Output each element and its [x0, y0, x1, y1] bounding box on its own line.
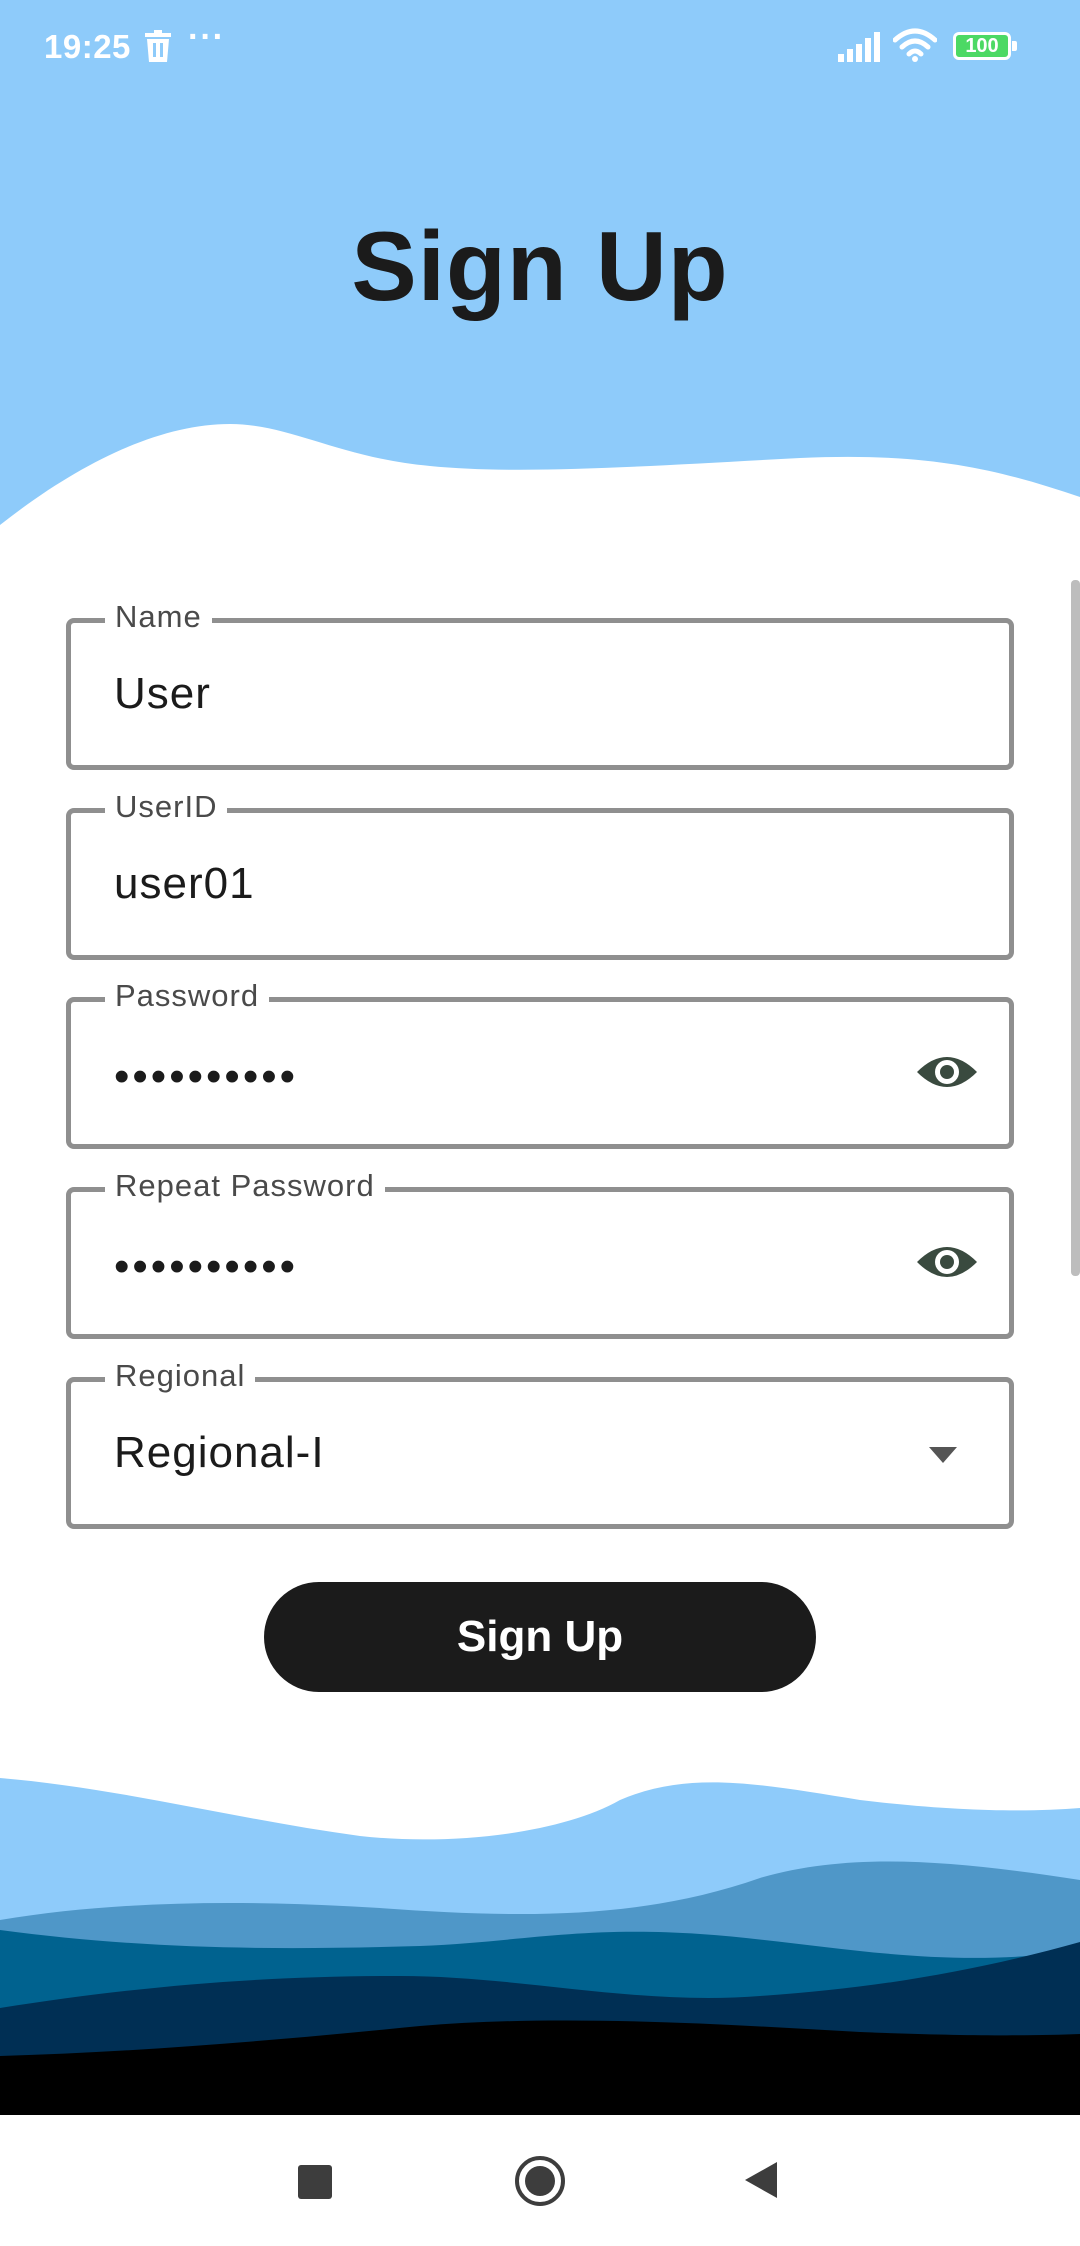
navigation-bar	[0, 2115, 1080, 2246]
battery-cap	[1012, 41, 1017, 51]
userid-value: user01	[114, 859, 255, 908]
eye-icon[interactable]	[915, 1050, 979, 1099]
regional-label: Regional	[105, 1354, 256, 1398]
repeat-password-value: ••••••••••	[114, 1242, 299, 1291]
dropdown-arrow-icon[interactable]	[929, 1447, 957, 1463]
password-value: ••••••••••	[114, 1052, 299, 1101]
userid-label: UserID	[105, 785, 228, 829]
repeat-password-label: Repeat Password	[105, 1164, 385, 1208]
repeat-password-field[interactable]: Repeat Password ••••••••••	[66, 1164, 1014, 1339]
password-field[interactable]: Password ••••••••••	[66, 974, 1014, 1149]
status-bar: 19:25 ··· 100	[0, 0, 1080, 96]
status-more-dots: ···	[188, 18, 225, 56]
regional-dropdown[interactable]: Regional Regional-I	[66, 1354, 1014, 1529]
bottom-waves-decoration	[0, 1778, 1080, 2120]
eye-icon[interactable]	[915, 1240, 979, 1289]
password-label: Password	[105, 974, 270, 1018]
name-field[interactable]: Name User	[66, 595, 1014, 770]
name-value: User	[114, 669, 211, 718]
sign-up-screen: 19:25 ··· 100 Sign Up Name User UserID u…	[0, 0, 1080, 2246]
wifi-icon	[892, 28, 938, 67]
status-time: 19:25	[44, 28, 131, 65]
trash-icon	[145, 30, 171, 67]
battery-icon: 100	[953, 32, 1017, 60]
sign-up-button[interactable]: Sign Up	[264, 1582, 816, 1692]
home-circle-icon[interactable]	[514, 2155, 566, 2212]
regional-value: Regional-I	[114, 1428, 325, 1477]
userid-field[interactable]: UserID user01	[66, 785, 1014, 960]
signal-icon	[838, 32, 880, 67]
battery-level: 100	[965, 35, 999, 57]
page-title: Sign Up	[351, 211, 729, 321]
back-triangle-icon[interactable]	[743, 2160, 779, 2205]
recents-square-icon[interactable]	[298, 2165, 332, 2199]
name-label: Name	[105, 595, 212, 639]
scrollbar[interactable]	[1071, 580, 1080, 1276]
